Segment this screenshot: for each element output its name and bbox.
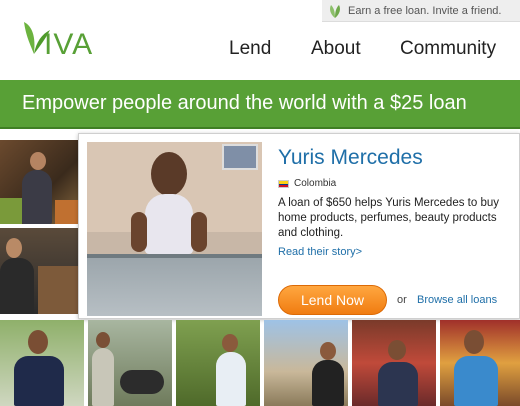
read-story-link[interactable]: Read their story>: [278, 246, 362, 258]
featured-loan-card: Yuris Mercedes Colombia A loan of $650 h…: [78, 133, 520, 319]
hero-banner: Empower people around the world with a $…: [0, 80, 520, 129]
country-label: Colombia: [294, 178, 337, 189]
borrower-name[interactable]: Yuris Mercedes: [278, 146, 423, 170]
nav-community[interactable]: Community: [400, 38, 496, 60]
borrower-photo[interactable]: [88, 320, 172, 406]
borrower-photo[interactable]: [440, 320, 520, 406]
colombia-flag-icon: [278, 179, 289, 188]
borrower-photo[interactable]: [0, 140, 78, 224]
kiva-leaf-icon: [330, 4, 340, 18]
hero-headline: Empower people around the world with a $…: [22, 92, 467, 114]
nav-about[interactable]: About: [311, 38, 361, 60]
borrower-photo[interactable]: [176, 320, 260, 406]
browse-all-loans-link[interactable]: Browse all loans: [417, 294, 497, 306]
nav-lend[interactable]: Lend: [229, 38, 271, 60]
borrower-photo[interactable]: [264, 320, 348, 406]
borrower-photo[interactable]: [0, 228, 78, 314]
lend-now-button[interactable]: Lend Now: [278, 285, 387, 315]
invite-text[interactable]: Earn a free loan. Invite a friend.: [348, 5, 501, 17]
invite-bar[interactable]: Earn a free loan. Invite a friend.: [322, 0, 520, 22]
featured-borrower-photo[interactable]: [87, 142, 262, 316]
borrower-country: Colombia: [278, 178, 336, 189]
loan-description: A loan of $650 helps Yuris Mercedes to b…: [278, 197, 499, 239]
borrower-photo[interactable]: [352, 320, 436, 406]
or-text: or: [397, 294, 407, 306]
main-nav: Lend About Community: [0, 38, 520, 62]
borrower-photo[interactable]: [0, 320, 84, 406]
